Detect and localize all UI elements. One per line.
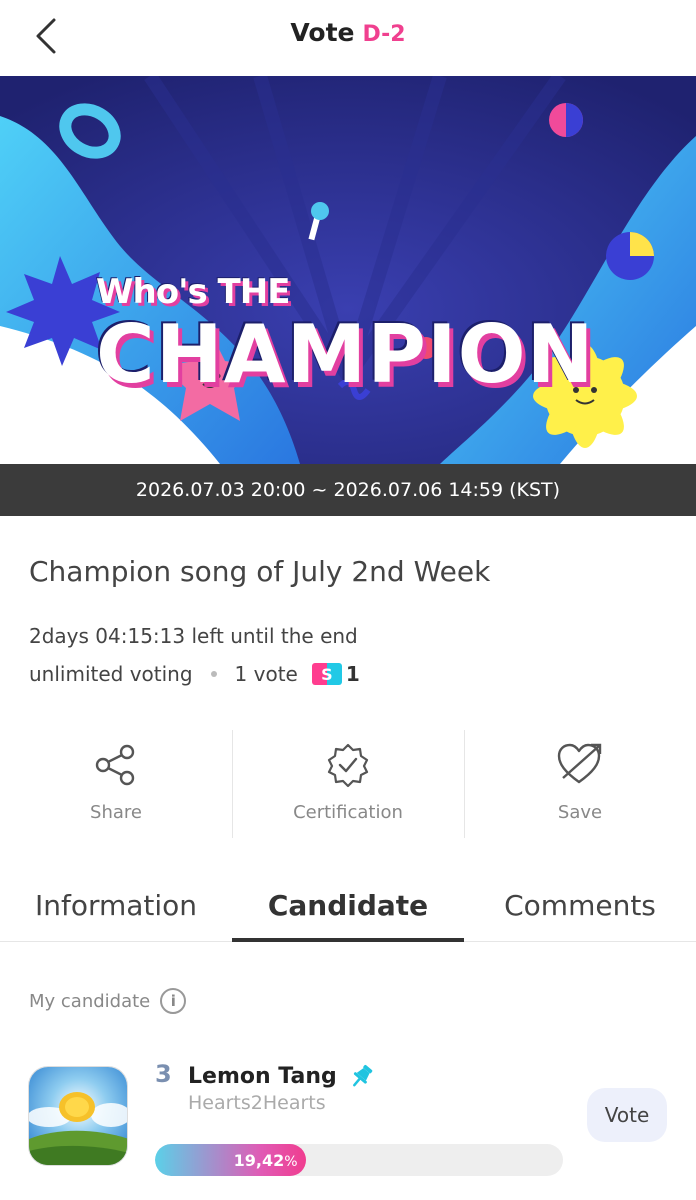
vote-period-text: 2026.07.03 20:00 ~ 2026.07.06 14:59 (KST… [135,479,561,501]
top-app-bar: Vote D-2 [0,0,696,76]
share-icon [95,744,135,786]
info-icon[interactable]: i [160,988,187,1014]
share-button[interactable]: Share [0,730,232,838]
coin-symbol: S [321,664,333,684]
heart-arrow-icon [557,743,602,784]
tab-bar: Information Candidate Comments [0,870,696,942]
certification-label: Certification [293,802,403,823]
vote-share-bar: 19,42% [155,1144,563,1176]
candidate-name: Lemon Tang [188,1063,337,1089]
banner-title-big: CHAMPION [96,308,595,401]
dday-badge: D-2 [362,22,406,47]
certification-badge-icon [327,743,369,788]
my-candidate-header: My candidate i [29,988,187,1014]
banner-title-small: Who's THE [96,272,290,312]
my-candidate-label: My candidate [29,990,151,1012]
tab-information[interactable]: Information [0,870,232,941]
vote-banner-image: Who's THE CHAMPION [0,76,696,464]
save-button[interactable]: Save [464,730,696,838]
voting-type: unlimited voting [29,662,193,686]
vote-title: Champion song of July 2nd Week [29,555,491,588]
separator-dot [210,671,217,677]
countdown-text: 2days 04:15:13 left until the end [29,624,358,648]
vote-share-number: 19,42 [233,1150,285,1170]
page-title: Vote D-2 [0,18,696,47]
candidate-thumbnail[interactable] [28,1066,128,1166]
candidate-rank: 3 [155,1060,172,1088]
vote-share-fill: 19,42% [155,1144,306,1176]
page-title-text: Vote [290,18,355,47]
tab-candidate[interactable]: Candidate [232,870,464,942]
candidate-artist: Hearts2Hearts [188,1092,326,1114]
vote-period-bar: 2026.07.03 20:00 ~ 2026.07.06 14:59 (KST… [0,464,696,516]
pin-icon[interactable] [349,1063,375,1089]
candidate-artwork [29,1067,127,1165]
certification-button[interactable]: Certification [232,730,464,838]
candidate-name-row: Lemon Tang [188,1063,375,1089]
vote-share-text: 19,42% [234,1151,298,1170]
vote-meta: unlimited voting 1 vote S 1 [29,662,360,686]
banner-artwork [0,76,696,464]
share-label: Share [90,802,142,823]
save-label: Save [557,802,603,823]
per-vote-text: 1 vote [234,662,298,686]
coin-count: 1 [345,662,360,686]
coin-icon: S [311,663,342,685]
tab-comments[interactable]: Comments [464,870,696,941]
action-row: Share Certification Save [0,730,696,838]
vote-share-unit: % [284,1153,298,1170]
vote-button[interactable]: Vote [587,1088,667,1142]
